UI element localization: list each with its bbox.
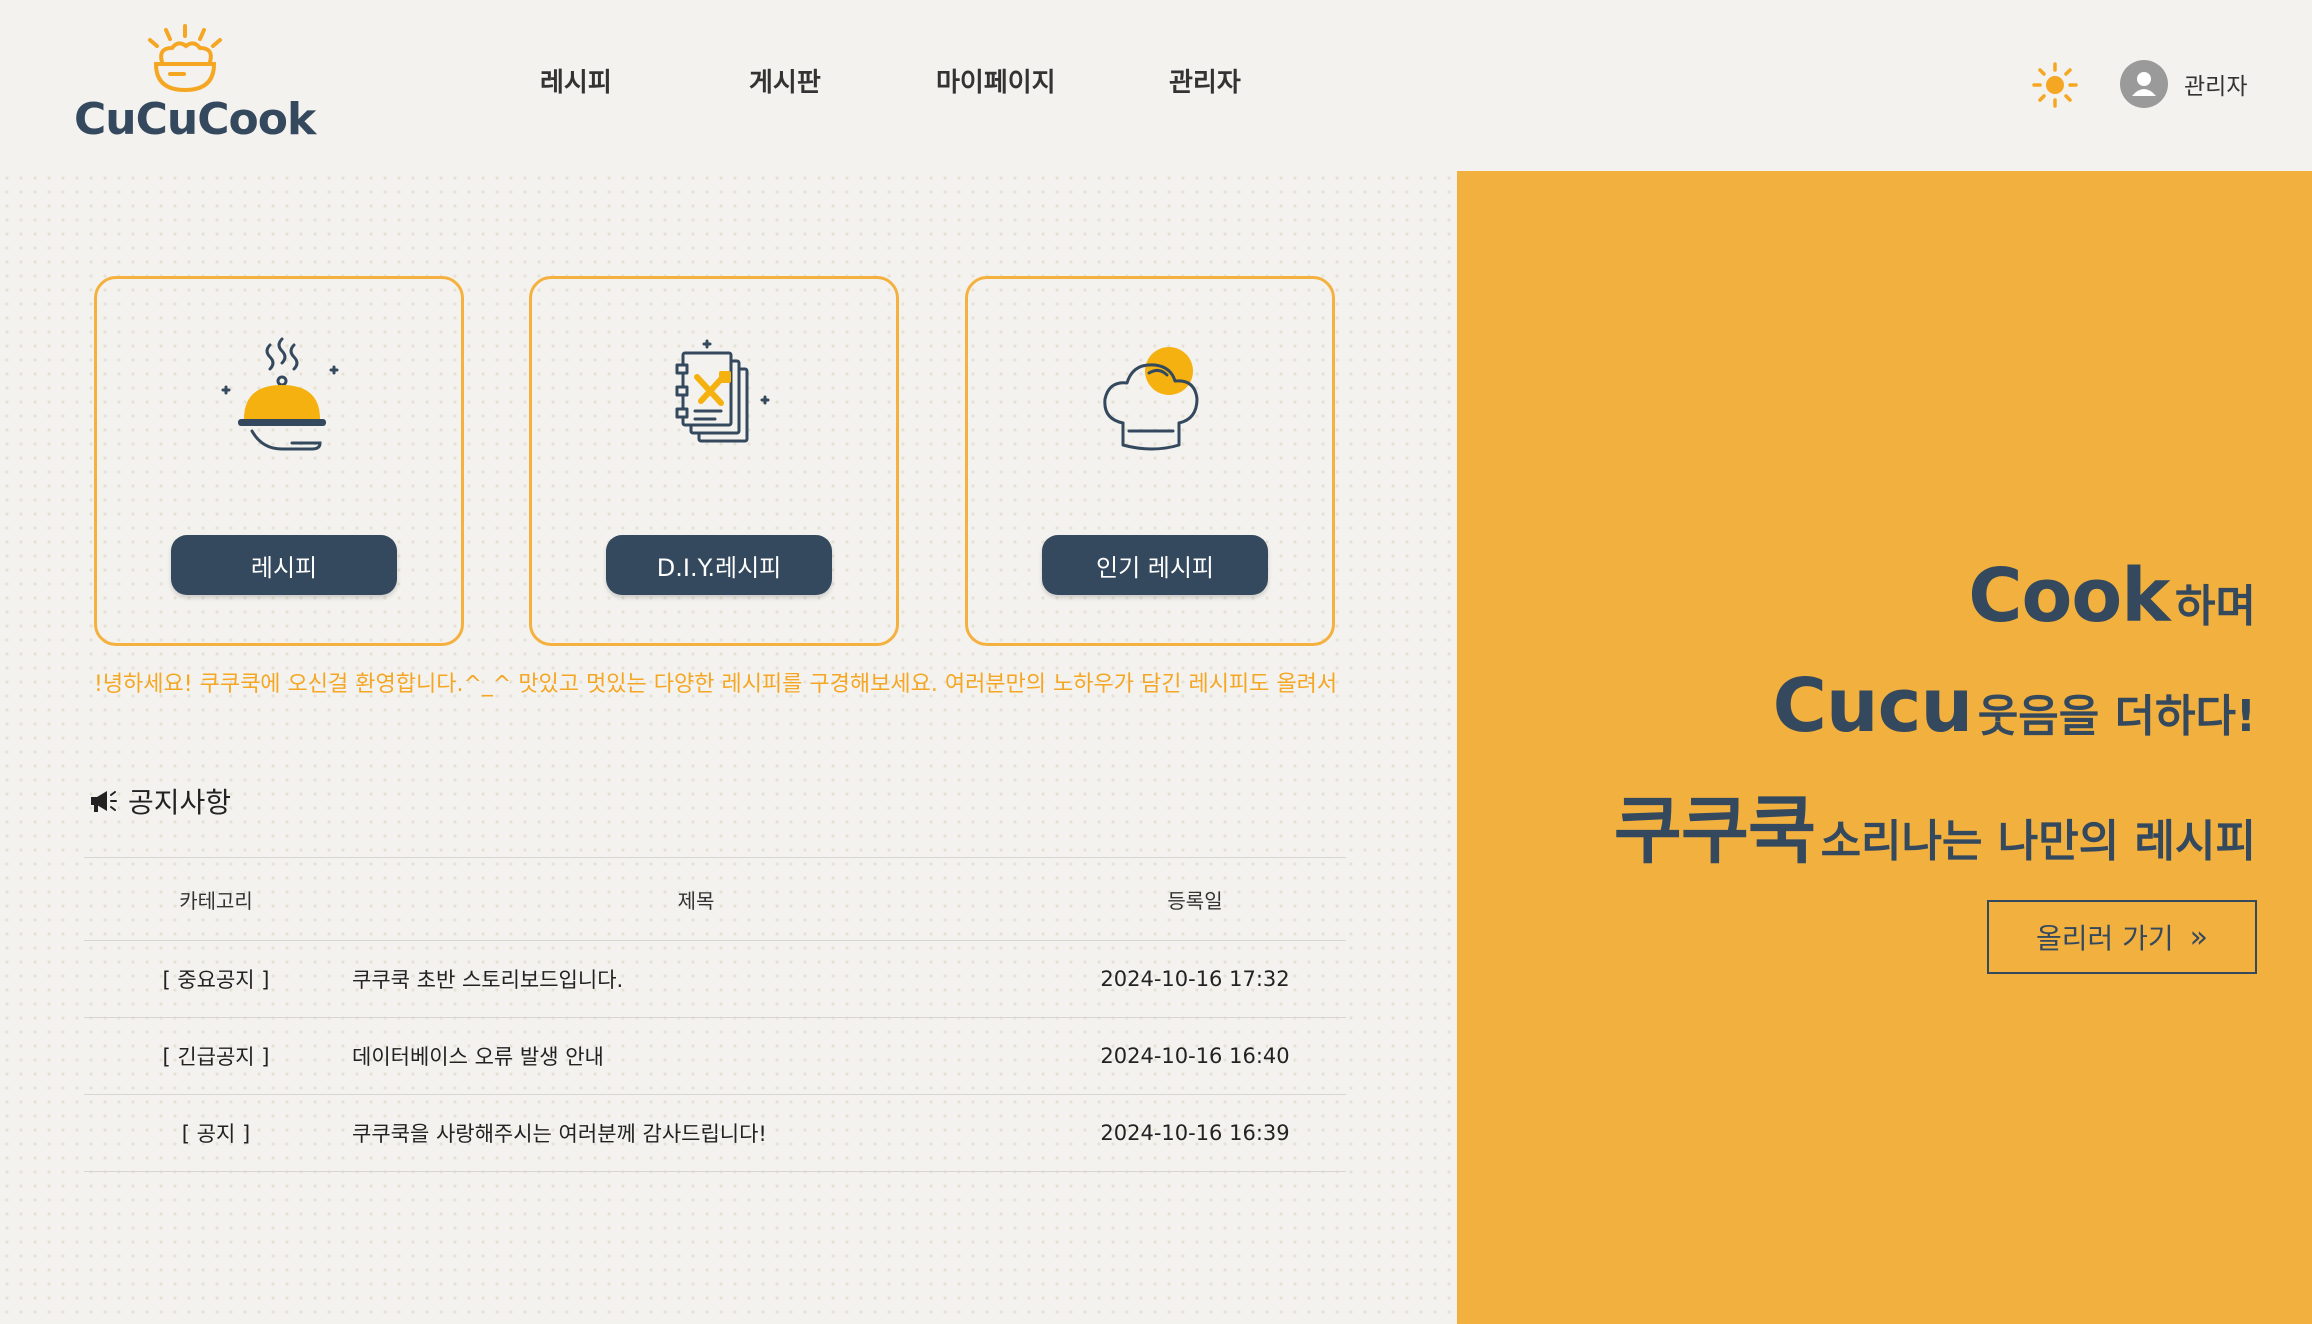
serving-cloche-icon [221, 337, 339, 451]
card-diy-recipe: D.I.Y.레시피 [529, 276, 899, 646]
rice-bowl-icon [148, 24, 222, 93]
site-header: CuCuCook 레시피 게시판 마이페이지 관리자 관리자 [0, 0, 2312, 171]
upload-recipe-label: 올리러 가기 [2035, 922, 2174, 955]
hero-line-3: 쿠쿠쿡 소리나는 나만의 레시피 [1614, 771, 2256, 878]
recipe-button[interactable]: 레시피 [171, 535, 397, 595]
upload-recipe-button[interactable]: 올리러 가기 » [1987, 900, 2257, 974]
user-menu[interactable]: 관리자 [2120, 60, 2247, 108]
user-name: 관리자 [2184, 74, 2248, 100]
card-popular-recipe: 인기 레시피 [965, 276, 1335, 646]
recipe-notebook-icon [675, 339, 770, 443]
notice-title-link[interactable]: 쿠쿠쿡 초반 스토리보드입니다. [348, 940, 1044, 1018]
avatar [2120, 60, 2168, 108]
table-row[interactable]: [ 중요공지 ] 쿠쿠쿡 초반 스토리보드입니다. 2024-10-16 17:… [84, 940, 1346, 1018]
user-icon [2132, 72, 2156, 96]
notice-category: [ 공지 ] [84, 1094, 348, 1172]
column-date: 등록일 [1044, 857, 1346, 941]
table-row[interactable]: [ 긴급공지 ] 데이터베이스 오류 발생 안내 2024-10-16 16:4… [84, 1017, 1346, 1095]
notice-category: [ 중요공지 ] [84, 940, 348, 1018]
logo[interactable]: CuCuCook [74, 24, 316, 152]
nav-recipe[interactable]: 레시피 [540, 62, 612, 99]
notice-title: 공지사항 [128, 786, 232, 819]
main-content: 레시피 D.I.Y.레시피 인기 레시피 !녕하세요! 쿠쿠쿡에 오신걸 환영합… [0, 171, 1457, 1324]
popular-recipe-button[interactable]: 인기 레시피 [1042, 535, 1268, 595]
chef-hat-icon [1103, 347, 1199, 451]
hero-line-1-big: Cook [1968, 553, 2170, 639]
hero-line-1: Cook 하며 [1968, 553, 2256, 639]
nav-admin[interactable]: 관리자 [1169, 62, 1241, 99]
column-category: 카테고리 [84, 857, 348, 941]
notice-table: 카테고리 제목 등록일 [ 중요공지 ] 쿠쿠쿡 초반 스토리보드입니다. 20… [84, 857, 1346, 1172]
notice-category: [ 긴급공지 ] [84, 1017, 348, 1095]
notice-date: 2024-10-16 16:39 [1044, 1094, 1346, 1172]
column-title: 제목 [348, 857, 1044, 941]
logo-text: CuCuCook [74, 94, 316, 145]
sun-icon[interactable] [2032, 62, 2078, 108]
notice-title-link[interactable]: 데이터베이스 오류 발생 안내 [348, 1017, 1044, 1095]
hero-line-2: Cucu 웃음을 더하다! [1773, 663, 2256, 749]
hero-line-2-big: Cucu [1772, 663, 1974, 749]
double-chevron-right-icon: » [2189, 919, 2209, 955]
hero-line-2-small: 웃음을 더하다! [1977, 691, 2256, 742]
notice-header: 공지사항 [88, 781, 231, 821]
hero-line-3-small: 소리나는 나만의 레시피 [1820, 816, 2256, 867]
notice-date: 2024-10-16 16:40 [1044, 1017, 1346, 1095]
notice-date: 2024-10-16 17:32 [1044, 940, 1346, 1018]
nav-mypage[interactable]: 마이페이지 [936, 62, 1056, 99]
nav-board[interactable]: 게시판 [749, 62, 821, 99]
table-header-row: 카테고리 제목 등록일 [84, 857, 1346, 941]
card-recipe: 레시피 [94, 276, 464, 646]
megaphone-icon [91, 791, 117, 812]
table-row[interactable]: [ 공지 ] 쿠쿠쿡을 사랑해주시는 여러분께 감사드립니다! 2024-10-… [84, 1094, 1346, 1172]
diy-recipe-button[interactable]: D.I.Y.레시피 [606, 535, 832, 595]
hero-panel: Cook 하며 Cucu 웃음을 더하다! 쿠쿠쿡 소리나는 나만의 레시피 올… [1457, 171, 2312, 1324]
notice-title-link[interactable]: 쿠쿠쿡을 사랑해주시는 여러분께 감사드립니다! [348, 1094, 1044, 1172]
hero-line-1-small: 하며 [2175, 581, 2256, 632]
welcome-marquee: !녕하세요! 쿠쿠쿡에 오신걸 환영합니다.^_^ 맛있고 멋있는 다양한 레시… [94, 672, 1338, 697]
hero-line-3-big: 쿠쿠쿡 [1613, 788, 1816, 874]
